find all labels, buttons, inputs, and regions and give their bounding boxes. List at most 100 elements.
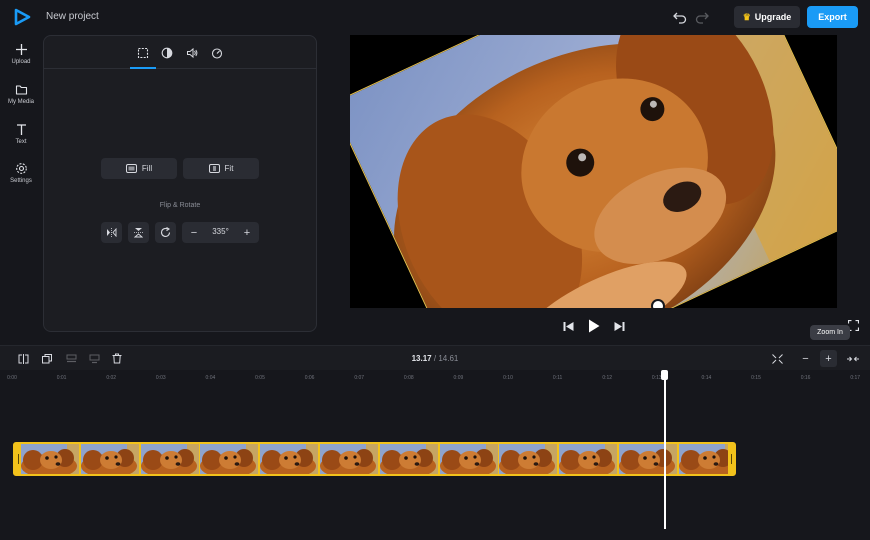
ruler-tick-label: 0:02: [106, 375, 117, 381]
clip-frame-thumbnail: [559, 444, 618, 474]
tab-speed[interactable]: [209, 45, 225, 61]
folder-icon: [15, 85, 27, 95]
tab-transform[interactable]: [135, 45, 151, 61]
ruler-tick-label: 0:16: [800, 375, 811, 381]
zoom-out-button[interactable]: −: [797, 350, 814, 367]
sidebar-item-label: Upload: [11, 59, 31, 65]
timeline-toolbar: 13.17 / 14.61 − +: [0, 345, 870, 370]
timeline-ruler[interactable]: 0:00 0:01 0:02 0:03 0:04 0:05 0:06 0:07 0:08 0:09…: [0, 371, 870, 385]
ruler-tick-label: 0:08: [403, 375, 414, 381]
fill-button[interactable]: Fill: [101, 158, 177, 179]
collapse-timeline-button[interactable]: [844, 350, 862, 367]
sidebar-item-label: Text: [15, 139, 27, 145]
flip-rotate-heading: Flip & Rotate: [159, 202, 201, 209]
flip-horizontal-button[interactable]: [101, 222, 122, 243]
ruler-tick-label: 0:11: [552, 375, 563, 381]
current-time: 13.17: [411, 354, 432, 363]
clip-frame-thumbnail: [499, 444, 558, 474]
undo-icon[interactable]: [672, 9, 688, 25]
clip-frame-thumbnail: [140, 444, 199, 474]
upgrade-label: Upgrade: [754, 12, 792, 22]
crown-icon: ♛: [742, 11, 751, 22]
video-preview[interactable]: [350, 35, 837, 308]
dog-photo: [350, 35, 837, 308]
top-bar: New project ♛ Upgrade Export: [0, 0, 870, 34]
ruler-tick-label: 0:12: [602, 375, 613, 381]
fill-icon: [125, 164, 137, 173]
clip-frame-thumbnail: [21, 444, 79, 474]
ruler-tick-label: 0:01: [56, 375, 67, 381]
skip-back-icon[interactable]: [563, 321, 574, 332]
sidebar-item-label: Settings: [10, 178, 32, 184]
clip-frame-thumbnail: [200, 444, 259, 474]
zoom-controls: − +: [795, 350, 837, 367]
fit-timeline-button[interactable]: [768, 350, 786, 367]
rotation-value[interactable]: 335°: [204, 227, 237, 236]
project-title[interactable]: New project: [46, 11, 99, 22]
flip-horizontal-icon: [107, 228, 117, 237]
playhead-handle[interactable]: [661, 370, 668, 380]
collapse-icon: [847, 356, 859, 361]
rotate-button[interactable]: [155, 222, 176, 243]
video-clip[interactable]: [13, 442, 736, 476]
gear-icon: [15, 163, 27, 174]
fit-icon: [208, 164, 220, 173]
clip-frame-thumbnail: [260, 444, 319, 474]
redo-icon[interactable]: [694, 9, 710, 25]
clip-frame-thumbnail: [619, 444, 677, 474]
sidebar-item-label: My Media: [7, 99, 34, 105]
play-icon[interactable]: [588, 319, 600, 333]
rotation-increase-button[interactable]: +: [237, 222, 257, 243]
ruler-tick-label: 0:14: [701, 375, 712, 381]
speed-icon: [211, 48, 223, 59]
tab-adjust[interactable]: [159, 45, 175, 61]
audio-icon: [187, 47, 198, 59]
rotation-decrease-button[interactable]: −: [184, 222, 204, 243]
properties-tabs: [44, 36, 316, 69]
rotation-stepper: − 335° +: [182, 222, 259, 243]
clip-frame-thumbnail: [80, 444, 139, 474]
fill-label: Fill: [141, 164, 153, 173]
transform-icon: [137, 47, 149, 59]
ruler-tick-label: 0:06: [304, 375, 315, 381]
ruler-tick-label: 0:00: [7, 375, 17, 381]
ruler-tick-label: 0:09: [453, 375, 464, 381]
playhead[interactable]: [664, 371, 666, 529]
flip-vertical-button[interactable]: [128, 222, 149, 243]
ruler-tick-label: 0:17: [850, 375, 861, 381]
text-icon: [16, 124, 26, 135]
clip-trim-start-handle[interactable]: [15, 444, 21, 474]
timecode: 13.17 / 14.61: [0, 354, 870, 363]
ruler-tick-label: 0:15: [751, 375, 761, 381]
export-button[interactable]: Export: [807, 6, 858, 28]
properties-panel: Fill Fit Flip & Rotate − 335° +: [43, 35, 317, 332]
sidebar-item-settings[interactable]: Settings: [0, 162, 42, 184]
ruler-tick-label: 0:10: [503, 375, 513, 381]
time-separator: /: [433, 354, 437, 363]
sidebar-item-my-media[interactable]: My Media: [0, 83, 42, 105]
sidebar-item-upload[interactable]: Upload: [0, 43, 42, 65]
clip-frame-thumbnail: [439, 444, 498, 474]
timeline-tracks: [0, 385, 870, 540]
flip-vertical-icon: [134, 228, 143, 238]
logo-icon[interactable]: [13, 8, 31, 26]
fit-label: Fit: [224, 164, 234, 173]
rotate-icon: [160, 227, 171, 238]
preview-media-frame[interactable]: [350, 35, 837, 308]
zoom-in-button[interactable]: +: [820, 350, 837, 367]
clip-trim-end-handle[interactable]: [728, 444, 734, 474]
sidebar-item-text[interactable]: Text: [0, 123, 42, 145]
zoom-in-tooltip: Zoom In: [810, 325, 850, 340]
fit-button[interactable]: Fit: [183, 158, 259, 179]
tab-active-indicator: [130, 67, 156, 69]
total-time: 14.61: [438, 354, 459, 363]
upgrade-button[interactable]: ♛ Upgrade: [734, 6, 800, 28]
clip-frame-thumbnail: [320, 444, 378, 474]
rotate-handle[interactable]: [651, 299, 665, 308]
tab-audio[interactable]: [184, 45, 200, 61]
ruler-tick-label: 0:05: [255, 375, 265, 381]
skip-forward-icon[interactable]: [614, 321, 625, 332]
ruler-tick-label: 0:07: [354, 375, 365, 381]
clip-frame-thumbnail: [379, 444, 438, 474]
plus-icon: [15, 44, 27, 55]
